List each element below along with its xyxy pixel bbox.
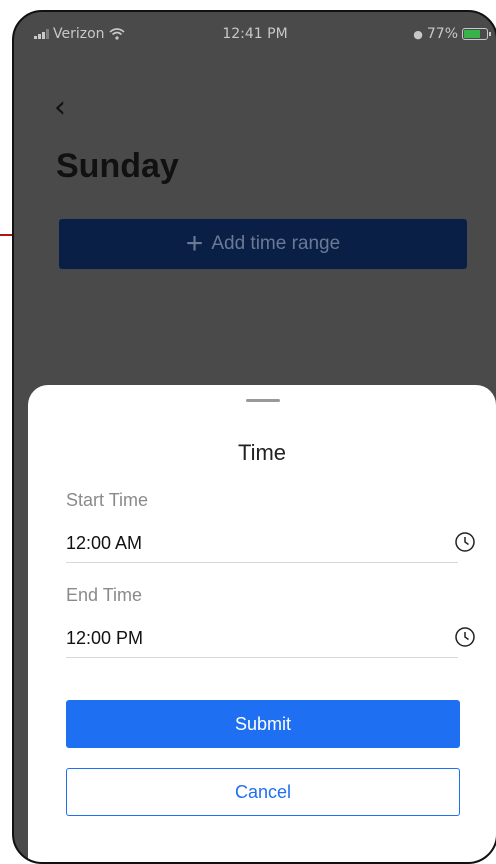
battery-charging-icon [462,28,491,40]
start-time-divider [66,562,458,563]
start-time-field[interactable]: 12:00 AM [66,533,142,554]
chevron-left-icon[interactable]: ‹ [54,90,66,125]
page-title: Sunday [56,147,179,185]
end-time-field[interactable]: 12:00 PM [66,628,143,649]
status-right: ● 77% [413,26,491,42]
alarm-icon: ● [413,27,423,41]
battery-percent: 77% [426,26,458,42]
add-time-range-button[interactable]: + Add time range [59,219,467,269]
drag-handle[interactable] [246,399,280,402]
submit-button[interactable]: Submit [66,700,460,748]
clock-icon[interactable] [454,531,476,553]
phone-frame: Verizon 12:41 PM ● 77% ‹ Sunday + Add ti… [12,10,496,864]
clock-icon[interactable] [454,626,476,648]
end-time-divider [66,657,458,658]
plus-icon: + [185,227,204,260]
cancel-button[interactable]: Cancel [66,768,460,816]
time-bottom-sheet: Time Start Time 12:00 AM End Time 12:00 … [28,385,496,862]
start-time-label: Start Time [66,490,149,510]
sheet-title: Time [237,440,287,465]
end-time-label: End Time [66,585,143,605]
add-time-range-label: Add time range [211,233,341,254]
status-bar: Verizon 12:41 PM ● 77% [14,12,496,56]
